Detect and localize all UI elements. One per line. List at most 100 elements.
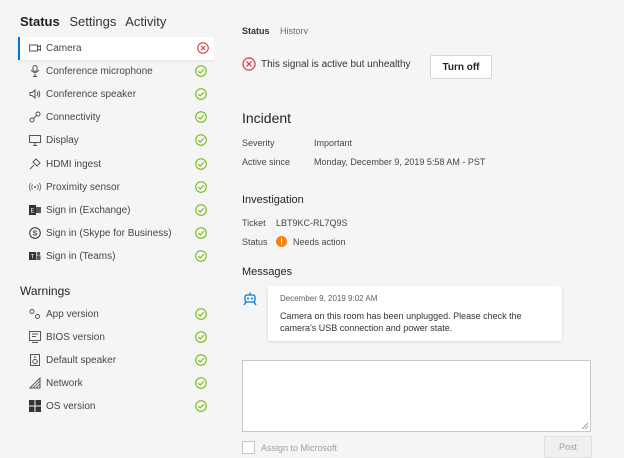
assign-row: Assign to Microsoft bbox=[242, 441, 337, 454]
item-label: Default speaker bbox=[46, 355, 117, 367]
ticket-value: LBT9KC-RL7Q9S bbox=[276, 218, 348, 228]
assign-checkbox[interactable] bbox=[242, 441, 255, 454]
skype-icon: S bbox=[28, 226, 42, 240]
error-status-icon bbox=[197, 42, 209, 54]
tab-settings[interactable]: Settings bbox=[69, 14, 116, 29]
bot-icon bbox=[243, 292, 257, 306]
item-label: Conference speaker bbox=[46, 89, 137, 101]
microphone-icon bbox=[28, 64, 42, 78]
status-item-connectivity[interactable]: Connectivity bbox=[20, 106, 213, 129]
item-label: Proximity sensor bbox=[46, 181, 120, 193]
speaker-icon bbox=[28, 87, 42, 101]
ok-status-icon bbox=[195, 250, 207, 262]
post-button[interactable]: Post bbox=[544, 436, 592, 458]
warning-item-default-speaker[interactable]: Default speaker bbox=[20, 349, 213, 372]
app-version-icon bbox=[28, 307, 42, 321]
status-item-sign-in-exchange[interactable]: E Sign in (Exchange) bbox=[20, 199, 213, 222]
ok-status-icon bbox=[195, 203, 207, 216]
item-label: Sign in (Teams) bbox=[46, 250, 116, 262]
status-item-display[interactable]: Display bbox=[20, 129, 213, 152]
left-panel: Status Settings Activity Camera Conferenc… bbox=[0, 0, 215, 456]
camera-icon bbox=[28, 41, 42, 55]
proximity-icon bbox=[28, 180, 42, 194]
ok-status-icon bbox=[195, 88, 207, 100]
ok-status-icon bbox=[195, 180, 207, 193]
active-since-row: Active since Monday, December 9, 2019 5:5… bbox=[242, 157, 485, 167]
ok-status-icon bbox=[195, 354, 207, 366]
network-icon bbox=[28, 376, 42, 390]
item-label: Connectivity bbox=[46, 112, 101, 124]
warning-item-network[interactable]: Network bbox=[20, 372, 213, 395]
tab-status[interactable]: Status bbox=[20, 14, 60, 29]
default-speaker-icon bbox=[28, 353, 42, 367]
ok-status-icon bbox=[195, 65, 207, 77]
item-label: BIOS version bbox=[46, 332, 105, 344]
connectivity-icon bbox=[28, 110, 42, 124]
message-input[interactable] bbox=[242, 360, 591, 432]
message-card: December 9, 2019 9:02 AM Camera on this … bbox=[268, 286, 562, 341]
investigation-status-row: Status Needs action bbox=[242, 236, 346, 247]
warnings-heading: Warnings bbox=[20, 284, 71, 298]
ok-status-icon bbox=[195, 111, 207, 124]
ok-status-icon bbox=[195, 400, 207, 413]
active-since-value: Monday, December 9, 2019 5:58 AM - PST bbox=[314, 157, 486, 167]
bios-icon bbox=[28, 330, 42, 344]
status-item-sign-in-teams[interactable]: T Sign in (Teams) bbox=[20, 245, 213, 268]
severity-value: Important bbox=[314, 138, 353, 148]
ok-status-icon bbox=[195, 157, 207, 170]
item-label: Sign in (Skype for Business) bbox=[46, 227, 172, 239]
teams-icon: T bbox=[28, 249, 42, 263]
subtab-history[interactable]: History bbox=[280, 26, 308, 34]
warning-icon bbox=[276, 236, 287, 247]
item-label: Camera bbox=[46, 43, 82, 54]
item-label: App version bbox=[46, 309, 99, 320]
warning-item-os-version[interactable]: OS version bbox=[20, 395, 213, 418]
warning-item-bios-version[interactable]: BIOS version bbox=[20, 326, 213, 349]
ticket-row: Ticket LBT9KC-RL7Q9S bbox=[242, 218, 348, 228]
tab-bar: Status Settings Activity bbox=[20, 14, 172, 29]
detail-subtabs: Status History bbox=[242, 26, 308, 34]
investigation-status-value: Needs action bbox=[293, 236, 346, 247]
severity-row: Severity Important bbox=[242, 138, 352, 148]
detail-panel: Status History This signal is active but… bbox=[214, 0, 624, 458]
warning-item-app-version[interactable]: App version bbox=[20, 303, 213, 326]
ok-status-icon bbox=[195, 134, 207, 147]
investigation-status-label: Status bbox=[242, 236, 268, 247]
windows-icon bbox=[28, 399, 42, 413]
severity-label: Severity bbox=[242, 138, 275, 148]
status-item-hdmi-ingest[interactable]: HDMI ingest bbox=[20, 153, 213, 176]
ok-status-icon bbox=[195, 308, 207, 320]
status-item-camera[interactable]: Camera bbox=[18, 37, 215, 60]
status-item-proximity-sensor[interactable]: Proximity sensor bbox=[20, 176, 213, 199]
assign-label: Assign to Microsoft bbox=[261, 442, 338, 453]
display-icon bbox=[28, 133, 42, 147]
exchange-icon: E bbox=[28, 203, 42, 217]
subtab-status[interactable]: Status bbox=[242, 26, 270, 34]
svg-text:T: T bbox=[31, 254, 35, 260]
ok-status-icon bbox=[195, 331, 207, 343]
item-label: Conference microphone bbox=[46, 66, 153, 78]
message-text: Camera on this room has been unplugged. … bbox=[280, 311, 522, 333]
item-label: Network bbox=[46, 378, 83, 390]
status-item-conference-microphone[interactable]: Conference microphone bbox=[20, 60, 213, 83]
incident-heading: Incident bbox=[242, 110, 292, 126]
item-label: HDMI ingest bbox=[46, 158, 102, 170]
item-label: Display bbox=[46, 135, 79, 147]
error-icon bbox=[242, 57, 256, 71]
ticket-label: Ticket bbox=[242, 218, 266, 228]
investigation-heading: Investigation bbox=[242, 194, 304, 206]
status-item-sign-in-skype-for-business[interactable]: S Sign in (Skype for Business) bbox=[20, 222, 213, 245]
hdmi-icon bbox=[28, 157, 42, 171]
svg-text:S: S bbox=[33, 230, 38, 237]
alert-line: This signal is active but unhealthy bbox=[242, 57, 411, 71]
messages-heading: Messages bbox=[242, 266, 293, 278]
message-date: December 9, 2019 9:02 AM bbox=[280, 294, 378, 303]
resize-handle-icon[interactable] bbox=[581, 422, 588, 429]
tab-activity[interactable]: Activity bbox=[125, 14, 166, 29]
turn-off-button[interactable]: Turn off bbox=[430, 55, 492, 79]
svg-text:E: E bbox=[31, 208, 35, 214]
alert-text: This signal is active but unhealthy bbox=[261, 58, 411, 70]
status-item-conference-speaker[interactable]: Conference speaker bbox=[20, 83, 213, 106]
ok-status-icon bbox=[195, 377, 207, 390]
ok-status-icon bbox=[195, 226, 207, 239]
